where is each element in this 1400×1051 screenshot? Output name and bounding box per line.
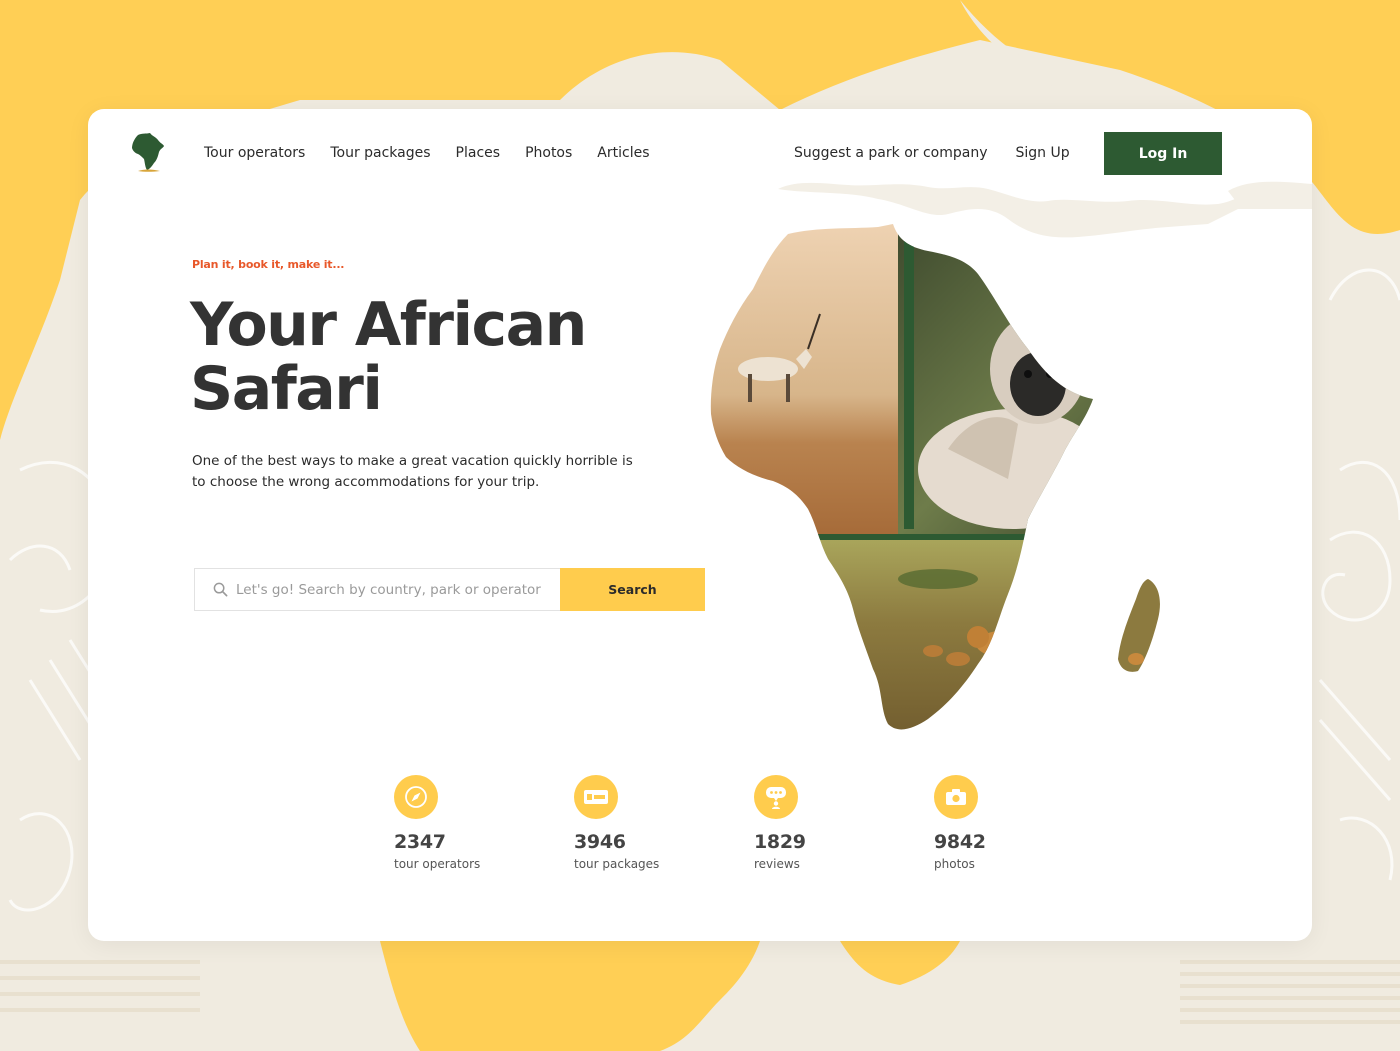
hero-title-line1: Your African bbox=[190, 290, 587, 360]
nav-places[interactable]: Places bbox=[456, 145, 501, 161]
desert-photo bbox=[710, 224, 898, 539]
stat-value: 1829 bbox=[754, 831, 806, 853]
stat-value: 9842 bbox=[934, 831, 986, 853]
nav-right: Suggest a park or company Sign Up bbox=[794, 145, 1070, 161]
nav-tour-packages[interactable]: Tour packages bbox=[330, 145, 430, 161]
stat-tour-operators: 2347 tour operators bbox=[394, 775, 544, 871]
search-input[interactable] bbox=[236, 581, 560, 598]
stat-label: tour operators bbox=[394, 857, 481, 871]
stat-value: 2347 bbox=[394, 831, 446, 853]
logo-africa-icon[interactable] bbox=[130, 131, 166, 175]
stat-label: photos bbox=[934, 857, 975, 871]
login-button[interactable]: Log In bbox=[1104, 132, 1222, 175]
hero-tagline: Plan it, book it, make it... bbox=[192, 258, 345, 271]
main-nav: Tour operators Tour packages Places Phot… bbox=[204, 145, 675, 161]
nav-photos[interactable]: Photos bbox=[525, 145, 572, 161]
hero-description: One of the best ways to make a great vac… bbox=[192, 453, 633, 490]
search-bar: Search bbox=[194, 568, 705, 611]
nav-tour-operators[interactable]: Tour operators bbox=[204, 145, 305, 161]
signup-link[interactable]: Sign Up bbox=[1015, 145, 1069, 161]
stat-photos: 9842 photos bbox=[934, 775, 1084, 871]
hero-title: Your African Safari bbox=[190, 293, 650, 421]
stat-tour-packages: 3946 tour packages bbox=[574, 775, 724, 871]
stat-reviews: 1829 reviews bbox=[754, 775, 904, 871]
stat-value: 3946 bbox=[574, 831, 626, 853]
search-input-wrap bbox=[195, 569, 560, 610]
search-button[interactable]: Search bbox=[560, 568, 705, 611]
stat-label: reviews bbox=[754, 857, 800, 871]
stat-label: tour packages bbox=[574, 857, 660, 871]
review-icon bbox=[754, 775, 798, 819]
africa-map-collage bbox=[710, 224, 1160, 730]
search-icon bbox=[213, 582, 228, 597]
madagascar-shape bbox=[1118, 579, 1160, 672]
suggest-link[interactable]: Suggest a park or company bbox=[794, 145, 987, 161]
camera-icon bbox=[934, 775, 978, 819]
nav-articles[interactable]: Articles bbox=[597, 145, 649, 161]
hero-title-line2: Safari bbox=[190, 354, 383, 424]
compass-icon bbox=[394, 775, 438, 819]
main-card: Tour operators Tour packages Places Phot… bbox=[88, 109, 1312, 941]
ticket-icon bbox=[574, 775, 618, 819]
